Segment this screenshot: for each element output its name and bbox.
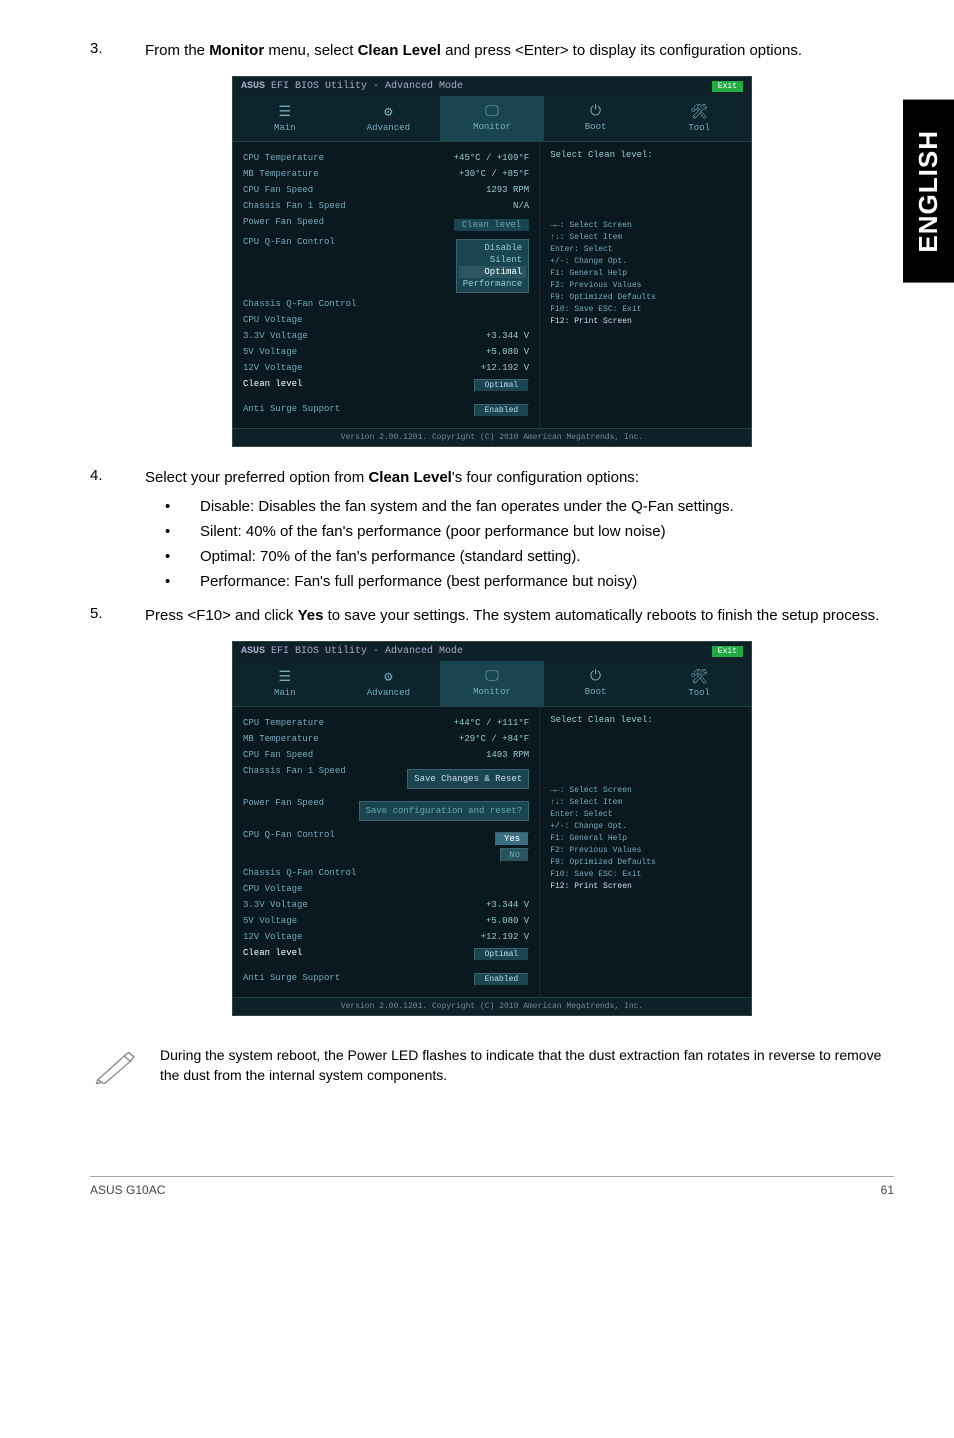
tab-tool[interactable]: 🛠Tool xyxy=(647,96,751,141)
tab-advanced[interactable]: ⚙Advanced xyxy=(337,96,441,141)
help-keys: →←: Select Screen ↑↓: Select Item Enter:… xyxy=(550,220,741,328)
clean-level-value[interactable]: Optimal xyxy=(474,948,530,961)
bullet-performance: •Performance: Fan's full performance (be… xyxy=(165,573,894,590)
bios-screenshot-2: ASUS EFI BIOS Utility - Advanced Mode Ex… xyxy=(232,641,752,1016)
step-4: 4. Select your preferred option from Cle… xyxy=(90,467,894,590)
gear-icon: ⚙ xyxy=(337,669,441,686)
step-number: 4. xyxy=(90,467,115,488)
bios-screenshot-1: ASUS EFI BIOS Utility - Advanced Mode Ex… xyxy=(232,76,752,447)
bios-tabs: ☰Main ⚙Advanced 🖵Monitor ⏻Boot 🛠Tool xyxy=(233,96,751,142)
anti-surge-value[interactable]: Enabled xyxy=(474,404,530,417)
help-title: Select Clean level: xyxy=(550,150,741,160)
step-text: Select your preferred option from Clean … xyxy=(145,467,894,488)
bullet-optimal: •Optimal: 70% of the fan's performance (… xyxy=(165,548,894,565)
bios-left-panel: CPU Temperature+45°C / +109°F MB Tempera… xyxy=(233,142,539,428)
tool-icon: 🛠 xyxy=(647,104,751,121)
save-dialog: Save Changes & Reset xyxy=(407,769,529,789)
footer-left: ASUS G10AC xyxy=(90,1183,165,1197)
help-keys: →←: Select Screen ↑↓: Select Item Enter:… xyxy=(550,785,741,893)
list-icon: ☰ xyxy=(233,669,337,686)
bios-footer: Version 2.00.1201. Copyright (C) 2010 Am… xyxy=(233,997,751,1015)
bullet-silent: •Silent: 40% of the fan's performance (p… xyxy=(165,523,894,540)
step-number: 3. xyxy=(90,40,115,61)
step-text: Press <F10> and click Yes to save your s… xyxy=(145,605,894,626)
exit-button[interactable]: Exit xyxy=(712,81,743,92)
bios-titlebar: ASUS EFI BIOS Utility - Advanced Mode Ex… xyxy=(233,642,751,661)
page-number: 61 xyxy=(881,1183,894,1197)
help-title: Select Clean level: xyxy=(550,715,741,725)
bios-right-panel: Select Clean level: →←: Select Screen ↑↓… xyxy=(539,142,751,428)
power-icon: ⏻ xyxy=(544,104,648,120)
step-5: 5. Press <F10> and click Yes to save you… xyxy=(90,605,894,626)
list-icon: ☰ xyxy=(233,104,337,121)
power-icon: ⏻ xyxy=(544,669,648,685)
option-performance[interactable]: Performance xyxy=(459,278,526,290)
bios-right-panel: Select Clean level: →←: Select Screen ↑↓… xyxy=(539,707,751,997)
clean-level-value[interactable]: Optimal xyxy=(474,379,530,392)
no-button[interactable]: No xyxy=(500,848,529,862)
page-footer: ASUS G10AC 61 xyxy=(90,1176,894,1197)
option-optimal[interactable]: Optimal xyxy=(459,266,526,278)
tab-advanced[interactable]: ⚙Advanced xyxy=(337,661,441,706)
tab-tool[interactable]: 🛠Tool xyxy=(647,661,751,706)
monitor-icon: 🖵 xyxy=(440,104,544,120)
note-text: During the system reboot, the Power LED … xyxy=(160,1046,894,1085)
exit-button[interactable]: Exit xyxy=(712,646,743,657)
option-silent[interactable]: Silent xyxy=(459,254,526,266)
bios-left-panel: CPU Temperature+44°C / +111°F MB Tempera… xyxy=(233,707,539,997)
language-tab: ENGLISH xyxy=(903,100,954,283)
step-number: 5. xyxy=(90,605,115,626)
tab-main[interactable]: ☰Main xyxy=(233,661,337,706)
option-disable[interactable]: Disable xyxy=(459,242,526,254)
tab-boot[interactable]: ⏻Boot xyxy=(544,661,648,706)
note-icon xyxy=(90,1046,140,1086)
note: During the system reboot, the Power LED … xyxy=(90,1046,894,1086)
bios-tabs: ☰Main ⚙Advanced 🖵Monitor ⏻Boot 🛠Tool xyxy=(233,661,751,707)
tab-boot[interactable]: ⏻Boot xyxy=(544,96,648,141)
anti-surge-value[interactable]: Enabled xyxy=(474,973,530,986)
tab-main[interactable]: ☰Main xyxy=(233,96,337,141)
gear-icon: ⚙ xyxy=(337,104,441,121)
save-dialog-msg: Save configuration and reset? xyxy=(359,801,530,821)
clean-level-dropdown[interactable]: Disable Silent Optimal Performance xyxy=(456,239,529,293)
bullet-disable: •Disable: Disables the fan system and th… xyxy=(165,498,894,515)
step-3: 3. From the Monitor menu, select Clean L… xyxy=(90,40,894,61)
clean-level-header: Clean level xyxy=(454,219,529,231)
tab-monitor[interactable]: 🖵Monitor xyxy=(440,661,544,706)
step-text: From the Monitor menu, select Clean Leve… xyxy=(145,40,894,61)
monitor-icon: 🖵 xyxy=(440,669,544,685)
yes-button[interactable]: Yes xyxy=(495,832,529,846)
bios-footer: Version 2.00.1201. Copyright (C) 2010 Am… xyxy=(233,428,751,446)
tab-monitor[interactable]: 🖵Monitor xyxy=(440,96,544,141)
tool-icon: 🛠 xyxy=(647,669,751,686)
bios-titlebar: ASUS EFI BIOS Utility - Advanced Mode Ex… xyxy=(233,77,751,96)
